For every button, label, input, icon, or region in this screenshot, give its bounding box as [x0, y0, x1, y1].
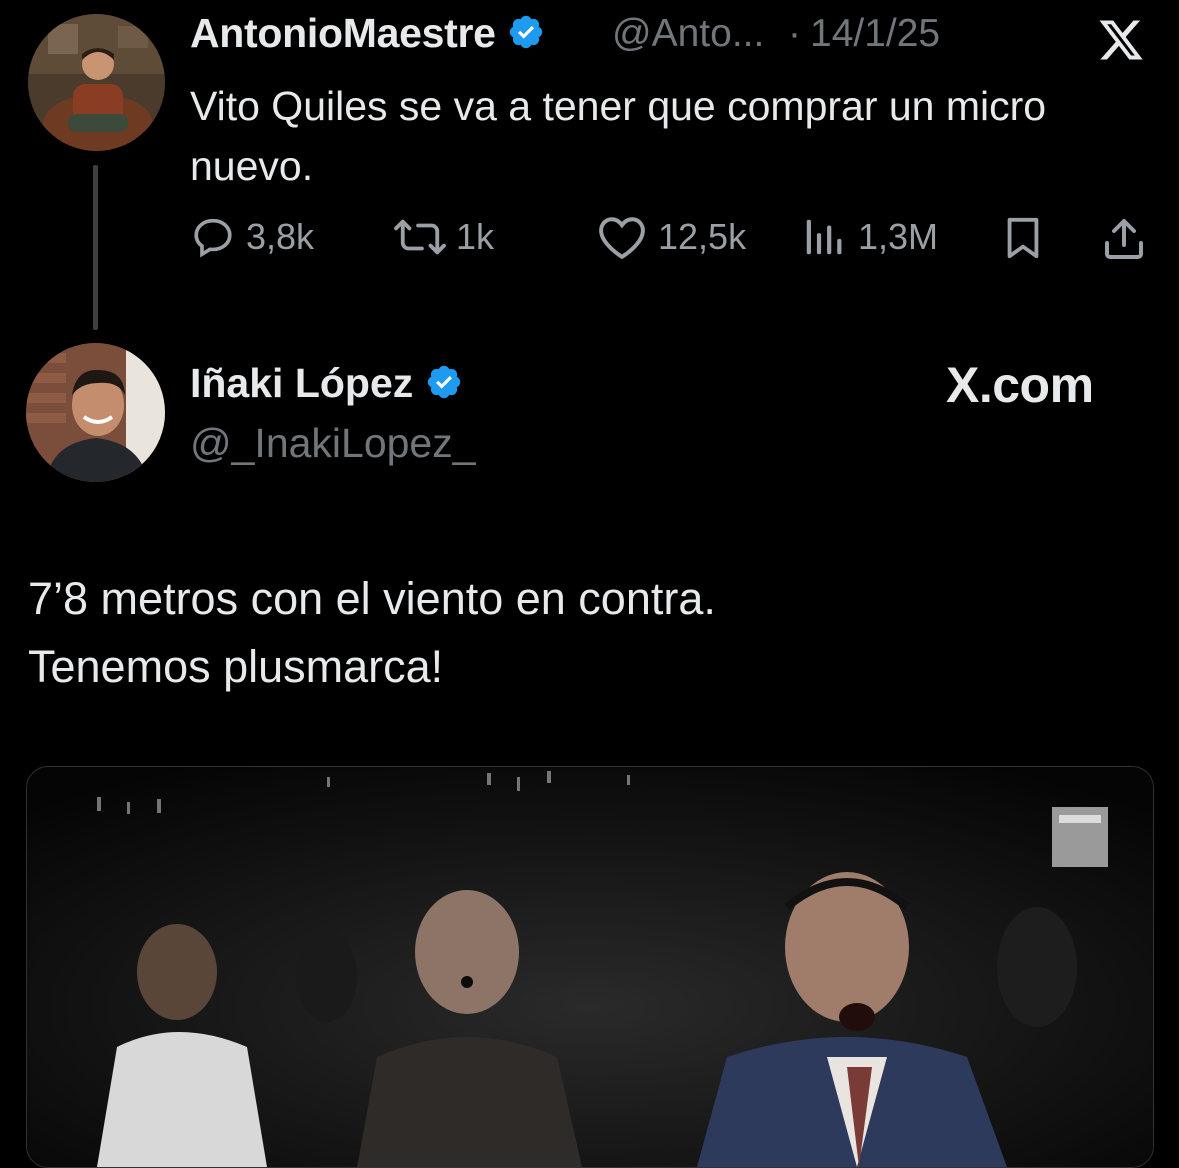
xcom-brand: X.com [946, 357, 1094, 413]
reply-count: 3,8k [246, 216, 315, 257]
dot-separator: · [788, 12, 801, 55]
action-bar: 3,8k 1k 12,5k 1,3M [0, 214, 1179, 264]
avatar-antoniomaestre[interactable] [28, 14, 165, 151]
repost-icon [394, 219, 446, 255]
media-frame [27, 767, 1153, 1167]
share-button[interactable] [1100, 214, 1148, 264]
bookmark-button[interactable] [1000, 214, 1046, 262]
tweet-text: 7’8 metros con el viento en contra. Tene… [28, 565, 1128, 701]
quoted-author-name-text: AntonioMaestre [190, 10, 496, 56]
like-count: 12,5k [658, 216, 747, 257]
bookmark-icon [1007, 217, 1039, 259]
author-name[interactable]: Iñaki López [190, 360, 463, 407]
share-icon [1105, 219, 1143, 259]
tweet-media-video[interactable] [26, 766, 1154, 1168]
quoted-tweet-date[interactable]: 14/1/25 [810, 12, 940, 56]
quoted-author-name[interactable]: AntonioMaestre [190, 10, 545, 57]
reply-icon [194, 218, 232, 258]
views-count: 1,3M [858, 216, 939, 257]
repost-count: 1k [456, 216, 495, 257]
like-button[interactable]: 12,5k [596, 214, 746, 260]
x-logo-icon [1099, 20, 1143, 60]
avatar-inakilopez[interactable] [26, 343, 165, 482]
verified-badge-icon [427, 365, 460, 399]
author-name-text: Iñaki López [190, 360, 414, 406]
tweet-text-line-1: 7’8 metros con el viento en contra. [28, 573, 716, 624]
reply-button[interactable]: 3,8k [190, 214, 314, 260]
verified-badge-icon [509, 15, 542, 49]
like-icon [599, 217, 645, 260]
tweet-text-line-2: Tenemos plusmarca! [28, 641, 444, 692]
views-icon [806, 219, 842, 255]
views-button[interactable]: 1,3M [800, 214, 938, 260]
author-handle[interactable]: @_InakiLopez_ [190, 420, 476, 467]
quoted-tweet-text: Vito Quiles se va a tener que comprar un… [190, 83, 1047, 189]
repost-button[interactable]: 1k [392, 214, 494, 260]
quoted-author-handle[interactable]: @Anto... [612, 12, 764, 56]
